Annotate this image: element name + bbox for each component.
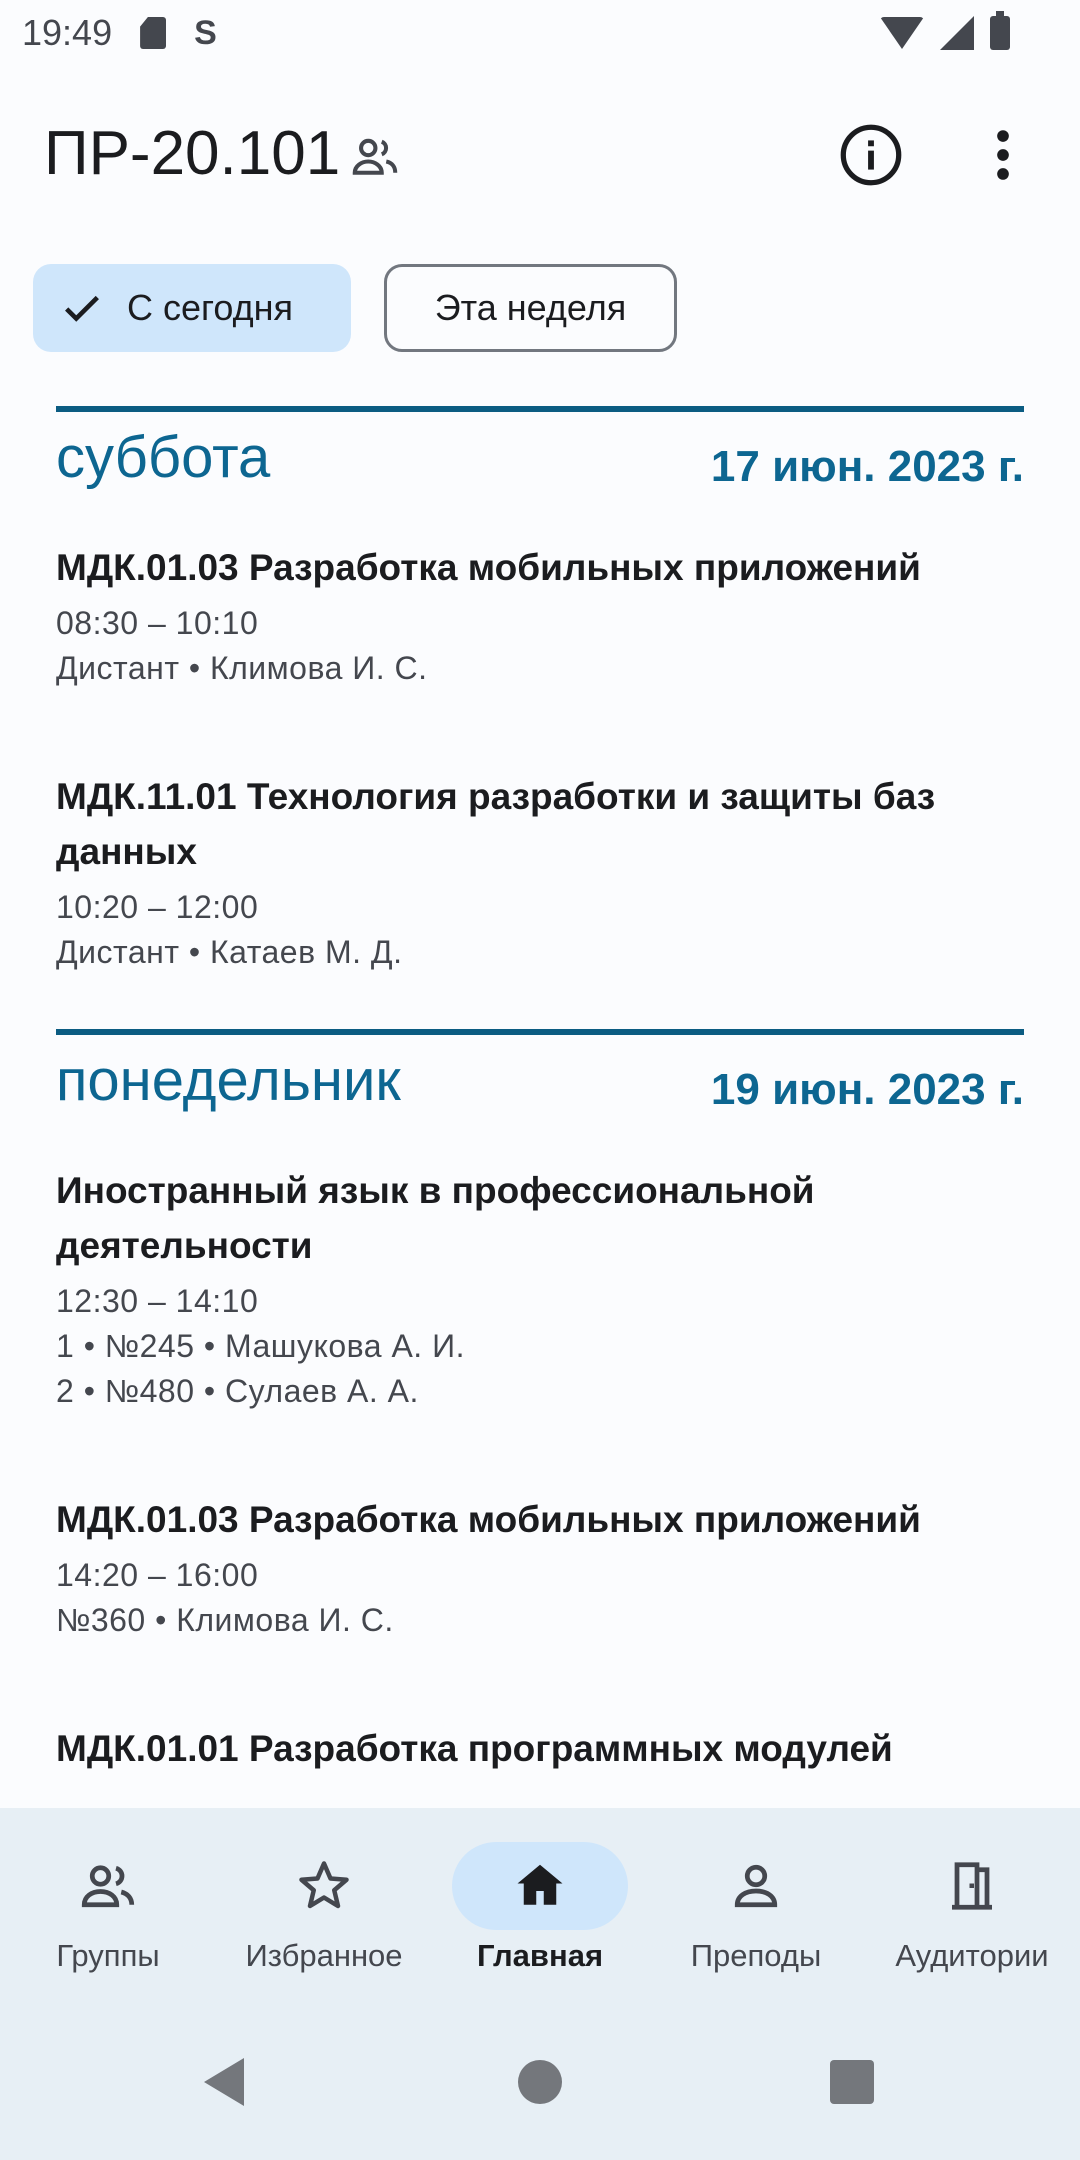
schedule-list: суббота 17 июн. 2023 г. МДК.01.03 Разраб… xyxy=(56,406,1024,1846)
top-app-bar: ПР-20.101 xyxy=(0,90,1080,220)
status-bar: 19:49 S xyxy=(0,0,1080,66)
lesson-details: Дистант • Катаев М. Д. xyxy=(56,934,403,970)
star-icon xyxy=(299,1861,349,1909)
lesson-time: 10:20 – 12:00 xyxy=(56,889,259,925)
nav-label: Преподы xyxy=(690,1938,822,1973)
group-icon xyxy=(352,138,398,175)
lesson-time: 08:30 – 10:10 xyxy=(56,605,259,641)
status-left: 19:49 S xyxy=(22,12,217,54)
lesson-title: МДК.01.01 Разработка программных модулей xyxy=(56,1728,893,1769)
lesson-details: №360 • Климова И. С. xyxy=(56,1602,394,1638)
home-icon xyxy=(517,1864,563,1905)
nav-label: Избранное xyxy=(245,1938,403,1973)
lesson-details: 1 • №245 • Машукова А. И. xyxy=(56,1328,465,1364)
lesson-title: МДК.01.03 Разработка мобильных приложени… xyxy=(56,1499,921,1540)
wifi-icon xyxy=(880,17,924,49)
nav-icon-container xyxy=(236,1842,412,1930)
day-name: понедельник xyxy=(56,1048,401,1113)
day-header: понедельник 19 июн. 2023 г. xyxy=(56,1029,1024,1155)
day-name: суббота xyxy=(56,425,271,490)
signal-icon xyxy=(940,16,974,50)
lesson-time: 12:30 – 14:10 xyxy=(56,1283,259,1319)
person-icon xyxy=(734,1864,778,1908)
filter-chip-week-label: Эта неделя xyxy=(434,287,627,328)
sd-card-icon xyxy=(140,17,167,49)
lesson-title: МДК.01.03 Разработка мобильных приложени… xyxy=(56,547,921,588)
nav-item-teachers[interactable]: Преподы xyxy=(648,1808,864,2008)
check-icon xyxy=(65,295,99,322)
day-header: суббота 17 июн. 2023 г. xyxy=(56,406,1024,532)
nav-item-groups[interactable]: Группы xyxy=(0,1808,216,2008)
door-icon xyxy=(952,1862,992,1910)
nav-label: Группы xyxy=(56,1938,160,1973)
nav-icon-container xyxy=(668,1842,844,1930)
status-time: 19:49 xyxy=(22,12,113,53)
day-date: 17 июн. 2023 г. xyxy=(710,442,1024,491)
filter-chip-week[interactable]: Эта неделя xyxy=(384,264,677,352)
groups-icon xyxy=(81,1865,135,1908)
lesson-details: 2 • №480 • Сулаев А. А. xyxy=(56,1373,419,1409)
lesson-time: 14:20 – 16:00 xyxy=(56,1557,259,1593)
lesson-item[interactable]: МДК.01.03 Разработка мобильных приложени… xyxy=(56,1484,1024,1643)
day-date: 19 июн. 2023 г. xyxy=(710,1065,1024,1114)
filter-chip-today-label: С сегодня xyxy=(127,287,293,328)
lesson-title: МДК.11.01 Технология разработки и защиты… xyxy=(56,776,936,872)
home-circle-icon[interactable] xyxy=(518,2060,562,2104)
system-navigation-bar xyxy=(0,2008,1080,2160)
lesson-details: Дистант • Климова И. С. xyxy=(56,650,428,686)
nav-item-rooms[interactable]: Аудитории xyxy=(864,1808,1080,2008)
recents-icon[interactable] xyxy=(830,2060,874,2104)
info-icon[interactable] xyxy=(836,120,906,190)
more-vert-icon[interactable] xyxy=(968,120,1038,190)
nav-icon-container xyxy=(884,1842,1060,1930)
s-icon: S xyxy=(194,13,217,52)
lesson-item[interactable]: Иностранный язык в профессиональной деят… xyxy=(56,1155,1024,1414)
battery-icon xyxy=(990,11,1010,50)
page-title: ПР-20.101 xyxy=(44,119,341,188)
lesson-title: Иностранный язык в профессиональной деят… xyxy=(56,1170,815,1266)
nav-item-home[interactable]: Главная xyxy=(432,1808,648,2008)
nav-label: Аудитории xyxy=(895,1938,1049,1973)
back-icon[interactable] xyxy=(204,2058,244,2106)
nav-icon-container xyxy=(452,1842,628,1930)
lesson-item[interactable]: МДК.01.03 Разработка мобильных приложени… xyxy=(56,532,1024,691)
lesson-item[interactable]: МДК.01.01 Разработка программных модулей xyxy=(56,1713,1024,1776)
lesson-item[interactable]: МДК.11.01 Технология разработки и защиты… xyxy=(56,761,1024,975)
bottom-navigation: Группы Избранное Главная Преподы Аудитор… xyxy=(0,1808,1080,2008)
filter-chip-today[interactable]: С сегодня xyxy=(33,264,351,352)
nav-icon-container xyxy=(20,1842,196,1930)
status-right xyxy=(880,11,1058,50)
nav-item-favorites[interactable]: Избранное xyxy=(216,1808,432,2008)
nav-label: Главная xyxy=(476,1938,604,1973)
